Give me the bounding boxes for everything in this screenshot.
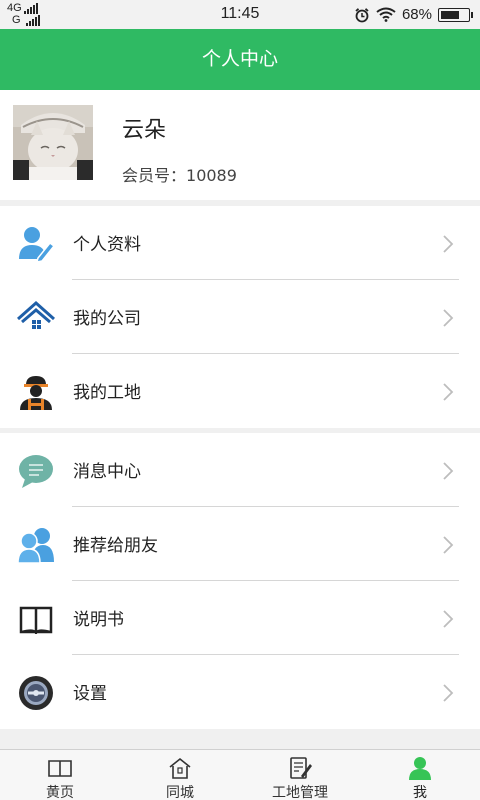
chevron-right-icon [443,309,454,327]
battery-icon [438,7,473,22]
menu-item-label: 我的公司 [73,309,141,329]
menu-group-general: 消息中心 推荐给朋友 说明书 设置 [0,433,480,729]
wifi-icon [376,7,396,22]
menu-item-messages[interactable]: 消息中心 [0,433,480,507]
menu-item-recommend[interactable]: 推荐给朋友 [0,507,480,581]
profile-card[interactable]: 云朵 会员号：10089 [0,90,480,200]
menu-item-settings[interactable]: 设置 [0,655,480,729]
tab-label: 工地管理 [272,785,328,800]
tab-me[interactable]: 我 [360,750,480,800]
settings-dial-icon [19,676,53,710]
chevron-right-icon [443,462,454,480]
menu-item-label: 说明书 [73,610,124,630]
avatar[interactable] [13,105,93,180]
chevron-right-icon [443,235,454,253]
page-title: 个人中心 [0,29,480,90]
bottom-tab-bar: 黄页 同城 工地管理 我 [0,749,480,800]
alarm-icon [355,7,369,22]
person-icon [409,757,431,780]
construction-worker-icon [20,376,52,410]
chevron-right-icon [443,610,454,628]
chevron-right-icon [443,536,454,554]
member-label: 会员号： [122,166,187,185]
menu-item-label: 个人资料 [73,235,141,255]
menu-item-company[interactable]: 我的公司 [0,280,480,354]
message-bubble-icon [19,455,53,488]
menu-item-profile[interactable]: 个人资料 [0,206,480,280]
member-id: 10089 [186,166,237,185]
menu-item-site[interactable]: 我的工地 [0,354,480,428]
notepad-icon [290,757,312,779]
manual-book-icon [19,606,53,635]
tab-label: 我 [413,785,427,800]
home-icon [169,757,191,779]
chevron-right-icon [443,383,454,401]
user-edit-icon [19,227,55,263]
menu-item-manual[interactable]: 说明书 [0,581,480,655]
tab-yellow-pages[interactable]: 黄页 [0,750,120,800]
menu-item-label: 消息中心 [73,462,141,482]
tab-local[interactable]: 同城 [120,750,240,800]
chevron-right-icon [443,684,454,702]
tab-site-management[interactable]: 工地管理 [240,750,360,800]
menu-group-account: 个人资料 我的公司 我的工地 [0,206,480,428]
profile-name: 云朵 [122,118,167,143]
menu-item-label: 推荐给朋友 [73,536,158,556]
tab-label: 同城 [166,785,194,800]
battery-percent: 68% [401,6,432,23]
status-bar: 4G G 11:45 68% [0,0,480,29]
friends-icon [17,528,54,564]
book-icon [48,760,72,777]
company-house-icon [17,300,55,329]
tab-label: 黄页 [46,785,74,800]
menu-item-label: 我的工地 [73,383,141,403]
member-number: 会员号：10089 [122,162,237,186]
menu-item-label: 设置 [73,684,107,704]
